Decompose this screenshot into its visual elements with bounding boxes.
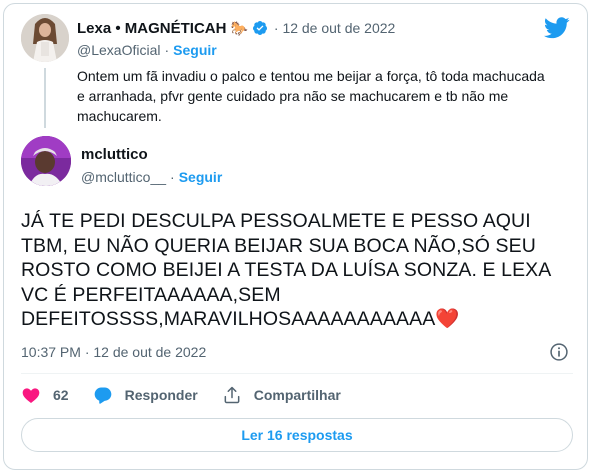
quoted-date-text: 12 de out de 2022 <box>282 20 396 36</box>
share-icon <box>224 386 240 404</box>
read-replies-button[interactable]: Ler 16 respostas <box>21 418 573 452</box>
reply-bubble-icon <box>94 387 111 404</box>
like-count: 62 <box>53 387 69 403</box>
handle-separator: · <box>170 169 175 185</box>
follow-mcluttico-button[interactable]: Seguir <box>179 169 223 185</box>
like-button[interactable]: 62 <box>21 385 69 405</box>
actions-divider <box>21 373 573 374</box>
thread-connector <box>44 68 46 128</box>
red-heart-emoji: ❤️ <box>435 308 460 330</box>
quoted-handle[interactable]: @LexaOficial <box>77 42 160 58</box>
follow-lexa-button[interactable]: Seguir <box>173 42 217 58</box>
quoted-author-name[interactable]: Lexa • MAGNÉTICAH <box>77 20 226 37</box>
reply-handle-row: @mcluttico__ · Seguir <box>81 169 222 185</box>
action-bar: 62 Responder Compartilhar <box>21 384 365 406</box>
lexa-avatar[interactable] <box>21 14 69 62</box>
heart-icon <box>22 388 40 403</box>
reply-text-body: JÁ TE PEDI DESCULPA PESSOALMETE E PESSO … <box>21 210 551 330</box>
info-icon[interactable] <box>549 342 569 362</box>
mcluttico-avatar[interactable] <box>21 136 71 186</box>
twitter-bird-icon[interactable] <box>544 17 570 39</box>
verified-badge-icon <box>252 21 267 35</box>
reply-label: Responder <box>124 387 198 403</box>
quoted-date[interactable]: · 12 de out de 2022 <box>274 20 395 36</box>
horse-emoji: 🐎 <box>230 19 248 36</box>
reply-author-name[interactable]: mcluttico <box>81 146 148 163</box>
reply-tweet-text: JÁ TE PEDI DESCULPA PESSOALMETE E PESSO … <box>21 209 581 332</box>
tweet-timestamp[interactable]: 10:37 PM · 12 de out de 2022 <box>21 344 206 360</box>
reply-handle[interactable]: @mcluttico__ <box>81 169 166 185</box>
quoted-header: Lexa • MAGNÉTICAH 🐎 · 12 de out de 2022 <box>77 18 395 38</box>
share-button[interactable]: Compartilhar <box>222 385 341 405</box>
date-separator: · <box>273 20 279 36</box>
tweet-card: Lexa • MAGNÉTICAH 🐎 · 12 de out de 2022 … <box>3 3 588 470</box>
reply-button[interactable]: Responder <box>93 385 198 405</box>
quoted-handle-row: @LexaOficial · Seguir <box>77 42 217 58</box>
share-label: Compartilhar <box>253 387 341 403</box>
handle-separator: · <box>164 42 170 58</box>
quoted-tweet-text: Ontem um fã invadiu o palco e tentou me … <box>77 68 545 124</box>
